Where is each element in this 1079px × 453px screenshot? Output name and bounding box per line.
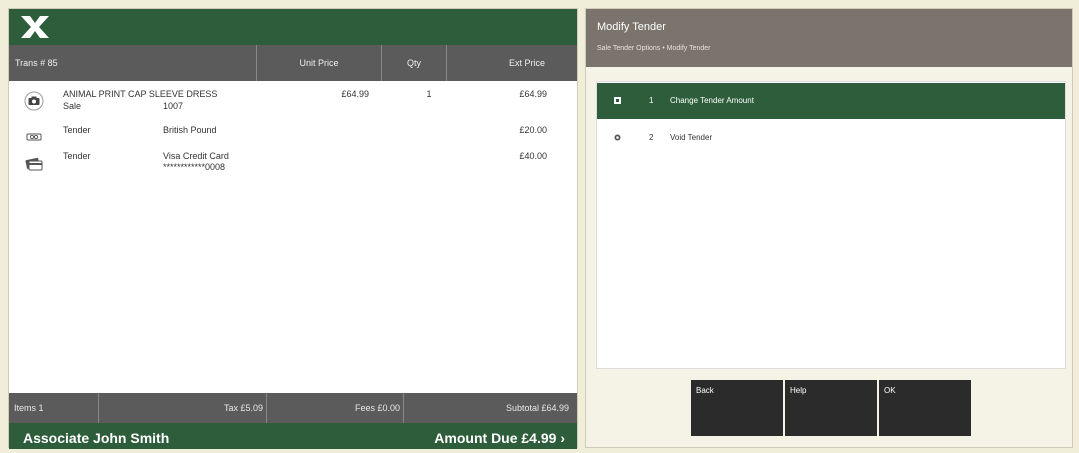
transaction-line-tender[interactable]: Tender Visa Credit Card ************0008… (9, 147, 577, 181)
page-title: Modify Tender (597, 21, 666, 33)
associate-name: Associate John Smith (23, 430, 170, 446)
tender-options-list: 1 Change Tender Amount 2 Void Tender (596, 81, 1066, 369)
tender-name: British Pound (163, 125, 217, 135)
amount-due-button[interactable]: Amount Due £4.99 › (434, 423, 565, 453)
ext-price-value: £64.99 (519, 89, 547, 99)
unit-price-value: £64.99 (341, 89, 369, 99)
option-number: 1 (649, 96, 654, 105)
breadcrumb: Sale Tender Options • Modify Tender (597, 45, 711, 52)
option-label: Void Tender (670, 133, 713, 142)
help-button-label: Help (790, 386, 807, 395)
modify-tender-pane: Modify Tender Sale Tender Options • Modi… (585, 8, 1073, 448)
help-button[interactable]: Help (785, 380, 877, 436)
ext-price-value: £40.00 (519, 151, 547, 161)
line-type: Tender (63, 151, 91, 161)
qty-value: 1 (426, 89, 432, 99)
item-sku: 1007 (163, 101, 184, 111)
option-number: 2 (649, 133, 654, 142)
back-button[interactable]: Back (691, 380, 783, 436)
pos-application: Trans # 85 Unit Price Qty Ext Price ANIM… (0, 0, 1079, 449)
cash-icon (26, 133, 42, 141)
unit-price-header: Unit Price (256, 45, 381, 81)
credit-card-icon (25, 157, 43, 171)
line-type: Tender (63, 125, 91, 135)
brand-header (9, 9, 577, 45)
option-change-tender-amount[interactable]: 1 Change Tender Amount (597, 83, 1065, 119)
option-marker-icon (614, 134, 621, 141)
modify-tender-header: Modify Tender Sale Tender Options • Modi… (586, 9, 1072, 67)
camera-icon (24, 91, 44, 111)
trans-number: Trans # 85 (15, 58, 58, 68)
masked-card-number: ************0008 (163, 162, 226, 172)
items-count: Items 1 (14, 403, 44, 413)
ok-button-label: OK (884, 386, 896, 395)
transaction-lines: ANIMAL PRINT CAP SLEEVE DRESS Sale 1007 … (9, 81, 577, 393)
ok-button[interactable]: OK (879, 380, 971, 436)
option-void-tender[interactable]: 2 Void Tender (597, 120, 1065, 156)
ext-price-value: £20.00 (519, 125, 547, 135)
subtotal: Subtotal £64.99 (403, 393, 577, 423)
totals-bar: Items 1 Tax £5.09 Fees £0.00 Subtotal £6… (9, 393, 577, 423)
transaction-line-item[interactable]: ANIMAL PRINT CAP SLEEVE DRESS Sale 1007 … (9, 85, 577, 119)
transaction-header: Trans # 85 Unit Price Qty Ext Price (9, 45, 577, 81)
back-button-label: Back (696, 386, 714, 395)
fees-total: Fees £0.00 (266, 393, 403, 423)
ext-price-header: Ext Price (446, 45, 577, 81)
line-type: Sale (63, 101, 82, 111)
selected-marker-icon (614, 97, 621, 104)
item-description: ANIMAL PRINT CAP SLEEVE DRESS (63, 89, 218, 99)
status-footer: Associate John Smith Amount Due £4.99 › (9, 423, 577, 449)
brand-logo-icon (21, 16, 49, 38)
tax-total: Tax £5.09 (98, 393, 266, 423)
qty-header: Qty (381, 45, 446, 81)
tender-name: Visa Credit Card (163, 151, 229, 161)
option-label: Change Tender Amount (670, 96, 754, 105)
transaction-pane: Trans # 85 Unit Price Qty Ext Price ANIM… (8, 8, 578, 449)
